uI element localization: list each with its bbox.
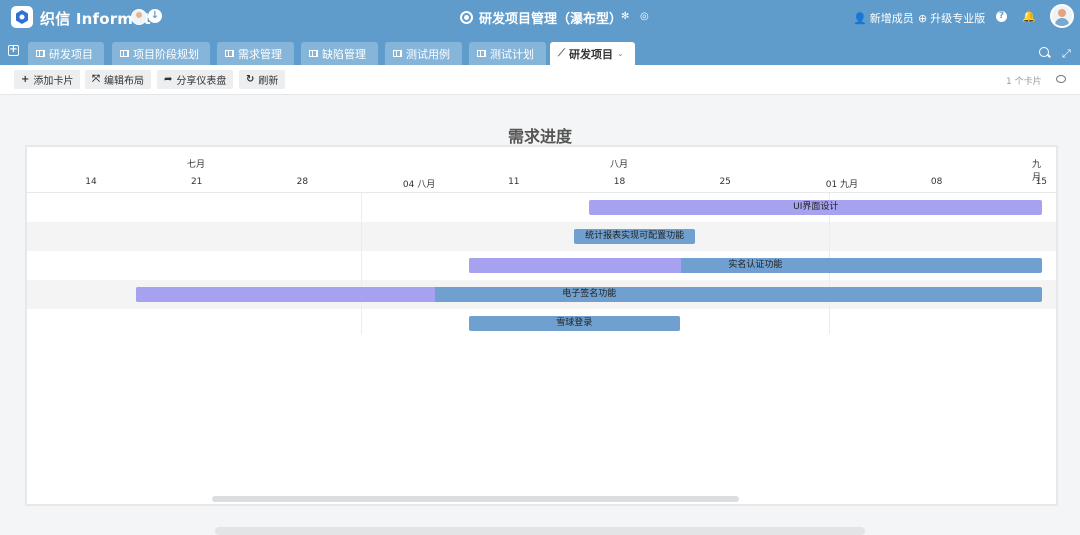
settings-gear-icon[interactable]: ✻ — [621, 11, 629, 22]
task-bar[interactable]: UI界面设计 — [589, 200, 1043, 215]
chevron-down-icon: ⌄ — [617, 49, 624, 58]
table-icon — [225, 50, 234, 57]
table-icon — [477, 50, 486, 57]
add-user-icon: 👤 — [853, 11, 867, 25]
edit-layout-button[interactable]: ⤧ 编辑布局 — [85, 70, 151, 89]
add-card-button[interactable]: + 添加卡片 — [14, 70, 81, 89]
bottom-panel-edge — [215, 527, 865, 535]
user-avatar[interactable] — [1050, 4, 1074, 28]
month-label: 七月 — [186, 160, 206, 170]
axis-tick-label: 08 — [930, 177, 943, 187]
comment-icon[interactable] — [1056, 75, 1066, 83]
axis-tick-label: 18 — [613, 177, 626, 187]
plus-circle-icon: ⊕ — [918, 11, 928, 25]
axis-tick-label: 28 — [296, 177, 309, 187]
tab-test-plans[interactable]: 测试计划 — [469, 42, 546, 65]
task-label: 雪球登录 — [556, 318, 593, 328]
task-label: 电子签名功能 — [562, 289, 617, 299]
plus-icon: + — [21, 74, 30, 85]
upgrade-button[interactable]: ⊕ 升级专业版 — [918, 10, 985, 26]
task-label: UI界面设计 — [793, 202, 839, 212]
task-bar[interactable]: 统计报表实现可配置功能 — [574, 229, 695, 244]
tab-research-project-dashboard[interactable]: ⟋ 研发项目 ⌄ — [550, 42, 635, 65]
share-dashboard-button[interactable]: ➦ 分享仪表盘 — [157, 70, 234, 89]
target-icon[interactable]: ◎ — [640, 11, 649, 22]
add-tab-icon[interactable]: + — [8, 45, 19, 56]
top-header: 织信 Informat ↓ 研发项目管理（瀑布型） ✻ ◎ 👤 新增成员 ⊕ 升… — [0, 0, 1080, 35]
app-icon — [460, 11, 473, 24]
month-boundary-line — [360, 193, 362, 334]
axis-tick-label: 21 — [190, 177, 203, 187]
card-count: 1 个卡片 — [1006, 77, 1042, 87]
tab-research-project[interactable]: 研发项目 — [28, 42, 104, 65]
horizontal-scrollbar[interactable] — [212, 496, 739, 502]
search-icon[interactable] — [1039, 47, 1049, 57]
app-logo-icon[interactable] — [11, 6, 33, 28]
expand-icon[interactable]: ⤢ — [1062, 47, 1071, 61]
member-avatar[interactable] — [131, 9, 147, 25]
table-icon — [309, 50, 318, 57]
month-label: 八月 — [609, 160, 629, 170]
tab-defects[interactable]: 缺陷管理 — [301, 42, 378, 65]
toolbar: + 添加卡片 ⤧ 编辑布局 ➦ 分享仪表盘 ↻ 刷新 1 个卡片 — [0, 65, 1080, 95]
layout-icon: ⤧ — [92, 74, 100, 85]
refresh-icon: ↻ — [246, 74, 255, 85]
table-icon — [120, 50, 129, 57]
axis-tick-label: 15 — [1035, 177, 1048, 187]
app-title-text: 研发项目管理（瀑布型） — [479, 12, 623, 27]
bell-icon[interactable]: 🔔 — [1022, 10, 1036, 23]
tab-stage-planning[interactable]: 项目阶段规划 — [112, 42, 210, 65]
add-member-button[interactable]: 👤 新增成员 — [853, 10, 914, 26]
task-bar[interactable]: 实名认证功能 — [468, 258, 1043, 273]
share-icon: ➦ — [164, 74, 173, 85]
gantt-row — [27, 222, 1056, 251]
axis-tick-label: 04 八月 — [402, 180, 436, 190]
download-icon[interactable]: ↓ — [148, 9, 162, 23]
axis-tick-label: 01 九月 — [825, 180, 859, 190]
tab-requirements[interactable]: 需求管理 — [217, 42, 294, 65]
axis-tick-label: 11 — [508, 177, 520, 187]
axis-tick-label: 14 — [85, 177, 97, 187]
table-icon — [36, 50, 45, 57]
app-title: 研发项目管理（瀑布型） — [460, 8, 622, 27]
task-bar[interactable]: 雪球登录 — [468, 316, 680, 331]
task-label: 实名认证功能 — [728, 260, 783, 270]
task-bar[interactable]: 电子签名功能 — [136, 287, 1043, 302]
line-chart-icon: ⟋ — [558, 48, 565, 59]
refresh-button[interactable]: ↻ 刷新 — [239, 70, 286, 89]
chart-title: 需求进度 — [507, 127, 572, 146]
axis-tick-label: 25 — [719, 177, 731, 187]
gantt-chart: 七月 八月 九月 14 21 28 04 八月 11 18 25 01 九月 08 15 UI界面设计 统计… — [25, 145, 1058, 506]
table-icon — [393, 50, 402, 57]
tab-test-cases[interactable]: 测试用例 — [385, 42, 462, 65]
help-icon[interactable]: ? — [996, 11, 1007, 22]
gantt-plot-area: 七月 八月 九月 14 21 28 04 八月 11 18 25 01 九月 08 15 UI界面设计 统计… — [27, 147, 1056, 504]
tab-bar: + 研发项目 项目阶段规划 需求管理 缺陷管理 测试用例 测试计划 ⟋ 研发项目… — [0, 35, 1080, 65]
task-label: 统计报表实现可配置功能 — [585, 231, 685, 241]
